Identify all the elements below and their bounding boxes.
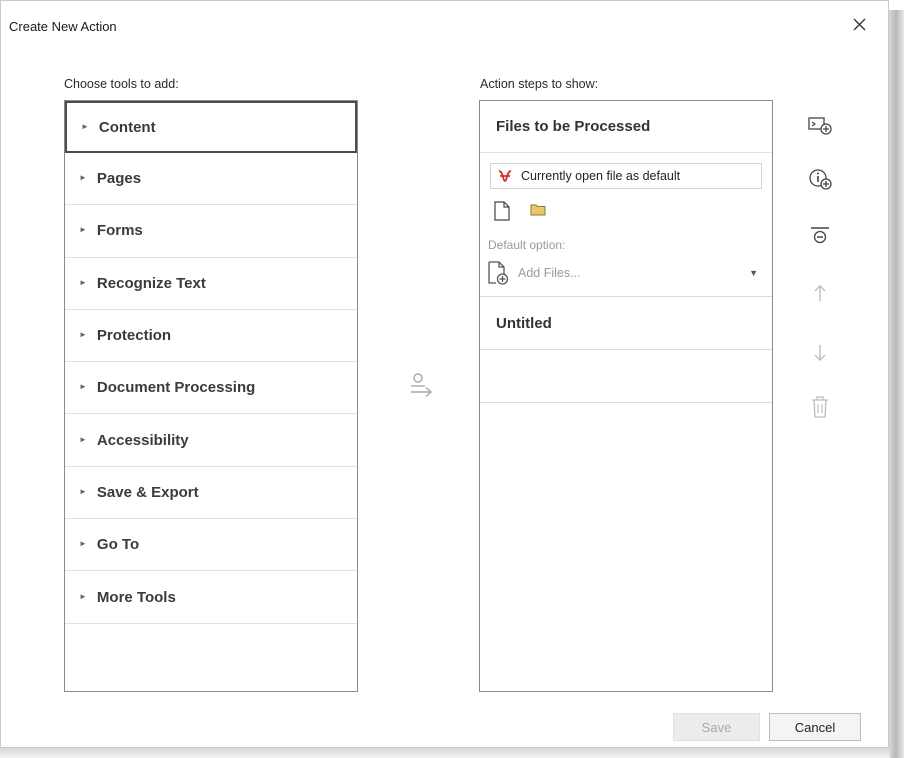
step-empty[interactable] [480,350,772,403]
caret-right-icon: ► [79,382,87,392]
tool-item-document-processing[interactable]: ► Document Processing [65,362,357,415]
tool-item-forms[interactable]: ► Forms [65,205,357,258]
tool-item-protection[interactable]: ► Protection [65,310,357,363]
tool-item-label: Document Processing [96,379,256,397]
caret-right-icon: ► [79,225,87,235]
tool-item-go-to[interactable]: ► Go To [65,519,357,572]
add-to-steps-icon [411,373,433,398]
cancel-button[interactable]: Cancel [769,713,861,741]
caret-right-icon: ► [79,591,87,601]
tool-item-more-tools[interactable]: ► More Tools [65,571,357,624]
save-button[interactable]: Save [673,713,760,741]
file-source-icons [494,201,546,226]
tool-item-label: Content [98,118,156,136]
move-up-icon [814,285,826,301]
file-icon [494,201,510,221]
caret-right-icon: ► [79,539,87,549]
window-shadow-right [888,10,904,758]
tool-item-label: Forms [96,222,143,240]
add-panel-button[interactable] [806,111,834,139]
tool-item-label: More Tools [96,588,176,606]
tool-item-label: Recognize Text [96,274,206,292]
add-instruction-button[interactable] [806,165,834,193]
default-option-label: Default option: [488,238,566,252]
tool-item-accessibility[interactable]: ► Accessibility [65,414,357,467]
pdf-icon [498,170,512,182]
caret-right-icon: ► [79,173,87,183]
add-file-icon [488,261,509,285]
tools-list: ► Content ► Pages ► Forms ► Recognize Te… [64,100,358,692]
tools-section-label: Choose tools to add: [64,77,179,91]
new-file-button[interactable] [494,201,510,226]
add-divider-icon [811,227,829,244]
delete-button[interactable] [806,393,834,421]
tool-item-recognize-text[interactable]: ► Recognize Text [65,258,357,310]
tool-item-label: Pages [96,170,142,188]
add-panel-icon [808,117,832,135]
action-steps-panel: Files to be Processed Currently open fil… [479,100,773,692]
caret-right-icon: ► [81,121,89,131]
add-files-dropdown[interactable]: Add Files... ▼ [488,259,762,287]
tool-item-pages[interactable]: ► Pages [65,153,357,206]
window-shadow-bottom [0,748,890,758]
files-section: Currently open file as default Default o… [480,153,772,297]
create-action-dialog: Create New Action Choose tools to add: ►… [0,0,889,748]
files-to-process-header: Files to be Processed [480,101,772,153]
move-up-button[interactable] [806,279,834,307]
close-icon [853,18,865,30]
add-instruction-icon [809,169,832,190]
tool-item-save-export[interactable]: ► Save & Export [65,467,357,520]
caret-right-icon: ► [79,330,87,340]
caret-right-icon: ► [79,434,87,444]
dialog-title: Create New Action [9,19,117,34]
steps-section-label: Action steps to show: [480,77,599,91]
tool-item-label: Save & Export [96,483,199,501]
delete-icon [812,396,828,418]
tool-item-label: Go To [96,536,140,554]
folder-button[interactable] [530,201,546,226]
tool-item-label: Accessibility [96,431,189,449]
move-down-icon [814,345,826,361]
folder-icon [530,204,546,216]
current-file-label: Currently open file as default [521,169,681,183]
add-divider-button[interactable] [806,221,834,249]
step-untitled[interactable]: Untitled [480,297,772,350]
current-file-option[interactable]: Currently open file as default [490,163,762,189]
caret-right-icon: ► [79,277,87,287]
tool-item-content[interactable]: ► Content [65,101,357,153]
tool-item-label: Protection [96,327,172,345]
caret-right-icon: ► [79,486,87,496]
dropdown-arrow-icon: ▼ [749,268,758,278]
close-button[interactable] [848,13,870,35]
move-down-button[interactable] [806,339,834,367]
add-files-placeholder: Add Files... [518,266,581,280]
add-to-steps-button[interactable] [407,371,435,399]
